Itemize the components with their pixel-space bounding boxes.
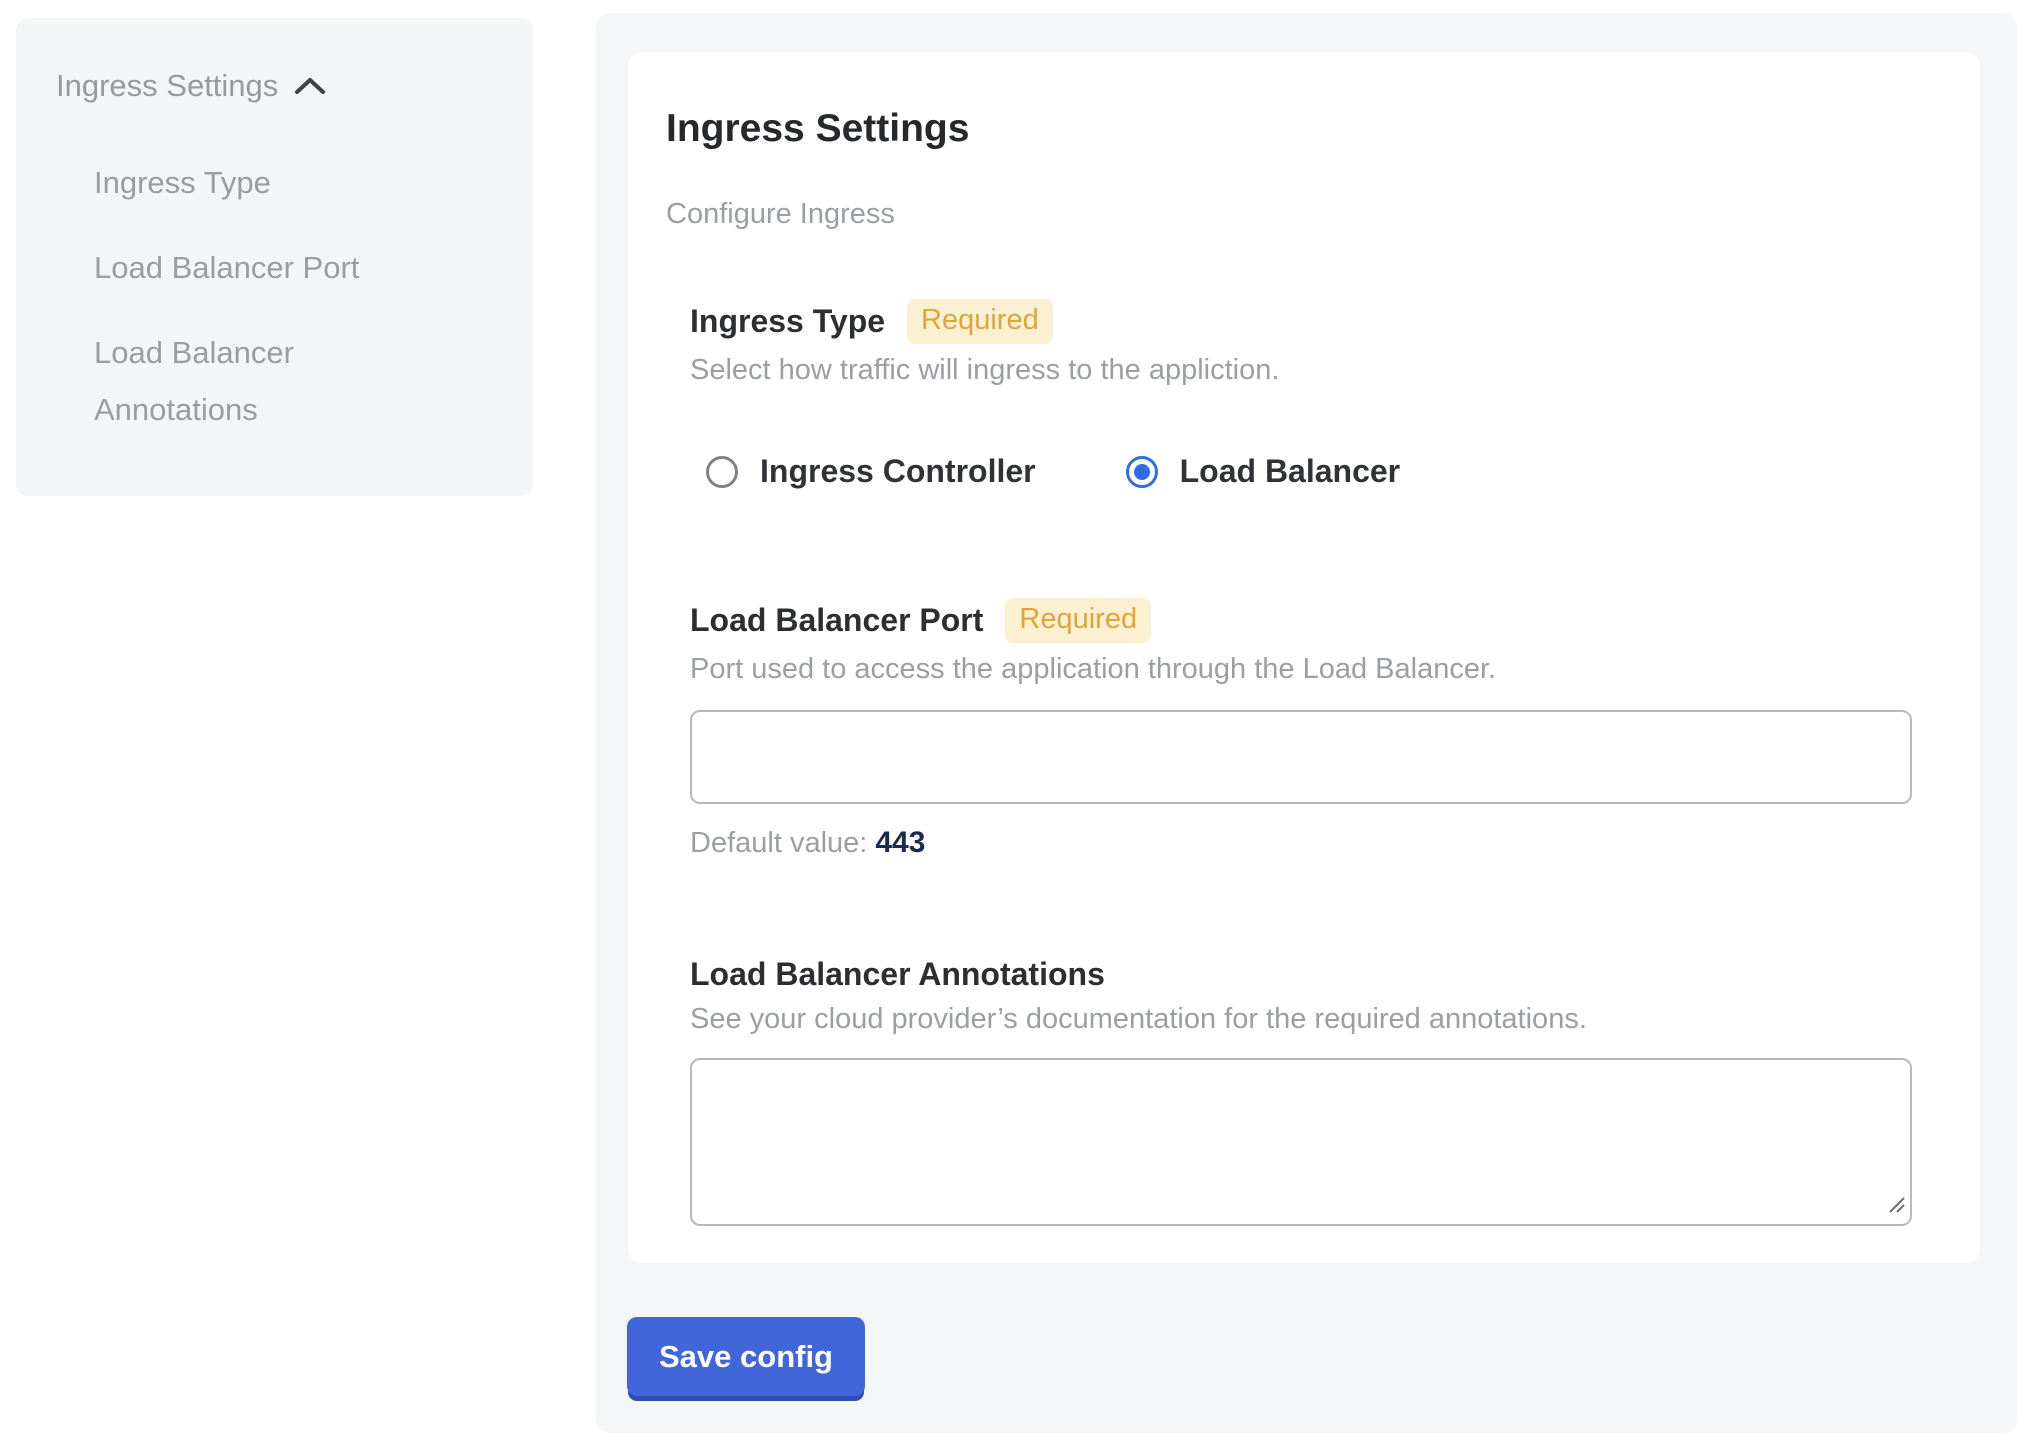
radio-load-balancer[interactable]: [1126, 456, 1158, 488]
ingress-type-radio-group: Ingress Controller Load Balancer: [706, 453, 1910, 490]
sidebar-group-ingress-settings[interactable]: Ingress Settings: [56, 68, 503, 104]
section-load-balancer-port: Load Balancer Port Required Port used to…: [690, 598, 1910, 860]
section-ingress-type: Ingress Type Required Select how traffic…: [690, 299, 1910, 490]
page-subtitle: Configure Ingress: [666, 198, 1910, 231]
load-balancer-annotations-description: See your cloud provider’s documentation …: [690, 1003, 1910, 1036]
default-value-label: Default value:: [690, 827, 867, 859]
required-badge: Required: [1005, 598, 1151, 643]
load-balancer-port-description: Port used to access the application thro…: [690, 653, 1910, 686]
load-balancer-port-label: Load Balancer Port: [690, 602, 983, 639]
load-balancer-annotations-label: Load Balancer Annotations: [690, 956, 1105, 993]
radio-label-ingress-controller: Ingress Controller: [760, 453, 1036, 490]
save-config-button[interactable]: Save config: [627, 1317, 865, 1396]
sidebar-group-label: Ingress Settings: [56, 68, 278, 104]
section-load-balancer-annotations: Load Balancer Annotations See your cloud…: [690, 956, 1910, 1226]
radio-option-load-balancer[interactable]: Load Balancer: [1126, 453, 1401, 490]
page-title: Ingress Settings: [666, 107, 1910, 151]
radio-label-load-balancer: Load Balancer: [1180, 453, 1401, 490]
settings-sidebar: Ingress Settings Ingress Type Load Balan…: [16, 18, 533, 496]
radio-option-ingress-controller[interactable]: Ingress Controller: [706, 453, 1036, 490]
radio-ingress-controller[interactable]: [706, 456, 738, 488]
default-value-line: Default value:443: [690, 826, 1910, 860]
chevron-up-icon: [294, 68, 326, 104]
ingress-settings-panel: Ingress Settings Configure Ingress Ingre…: [596, 13, 2017, 1433]
ingress-type-label: Ingress Type: [690, 303, 885, 340]
ingress-type-description: Select how traffic will ingress to the a…: [690, 354, 1910, 387]
ingress-settings-card: Ingress Settings Configure Ingress Ingre…: [628, 52, 1980, 1263]
sidebar-item-load-balancer-port[interactable]: Load Balancer Port: [94, 239, 414, 296]
required-badge: Required: [907, 299, 1053, 344]
sidebar-item-ingress-type[interactable]: Ingress Type: [94, 154, 414, 211]
load-balancer-port-input[interactable]: [690, 710, 1912, 804]
load-balancer-annotations-textarea[interactable]: [690, 1058, 1912, 1226]
sidebar-item-list: Ingress Type Load Balancer Port Load Bal…: [56, 154, 503, 438]
sidebar-item-load-balancer-annotations[interactable]: Load Balancer Annotations: [94, 324, 414, 438]
default-value: 443: [875, 826, 925, 859]
